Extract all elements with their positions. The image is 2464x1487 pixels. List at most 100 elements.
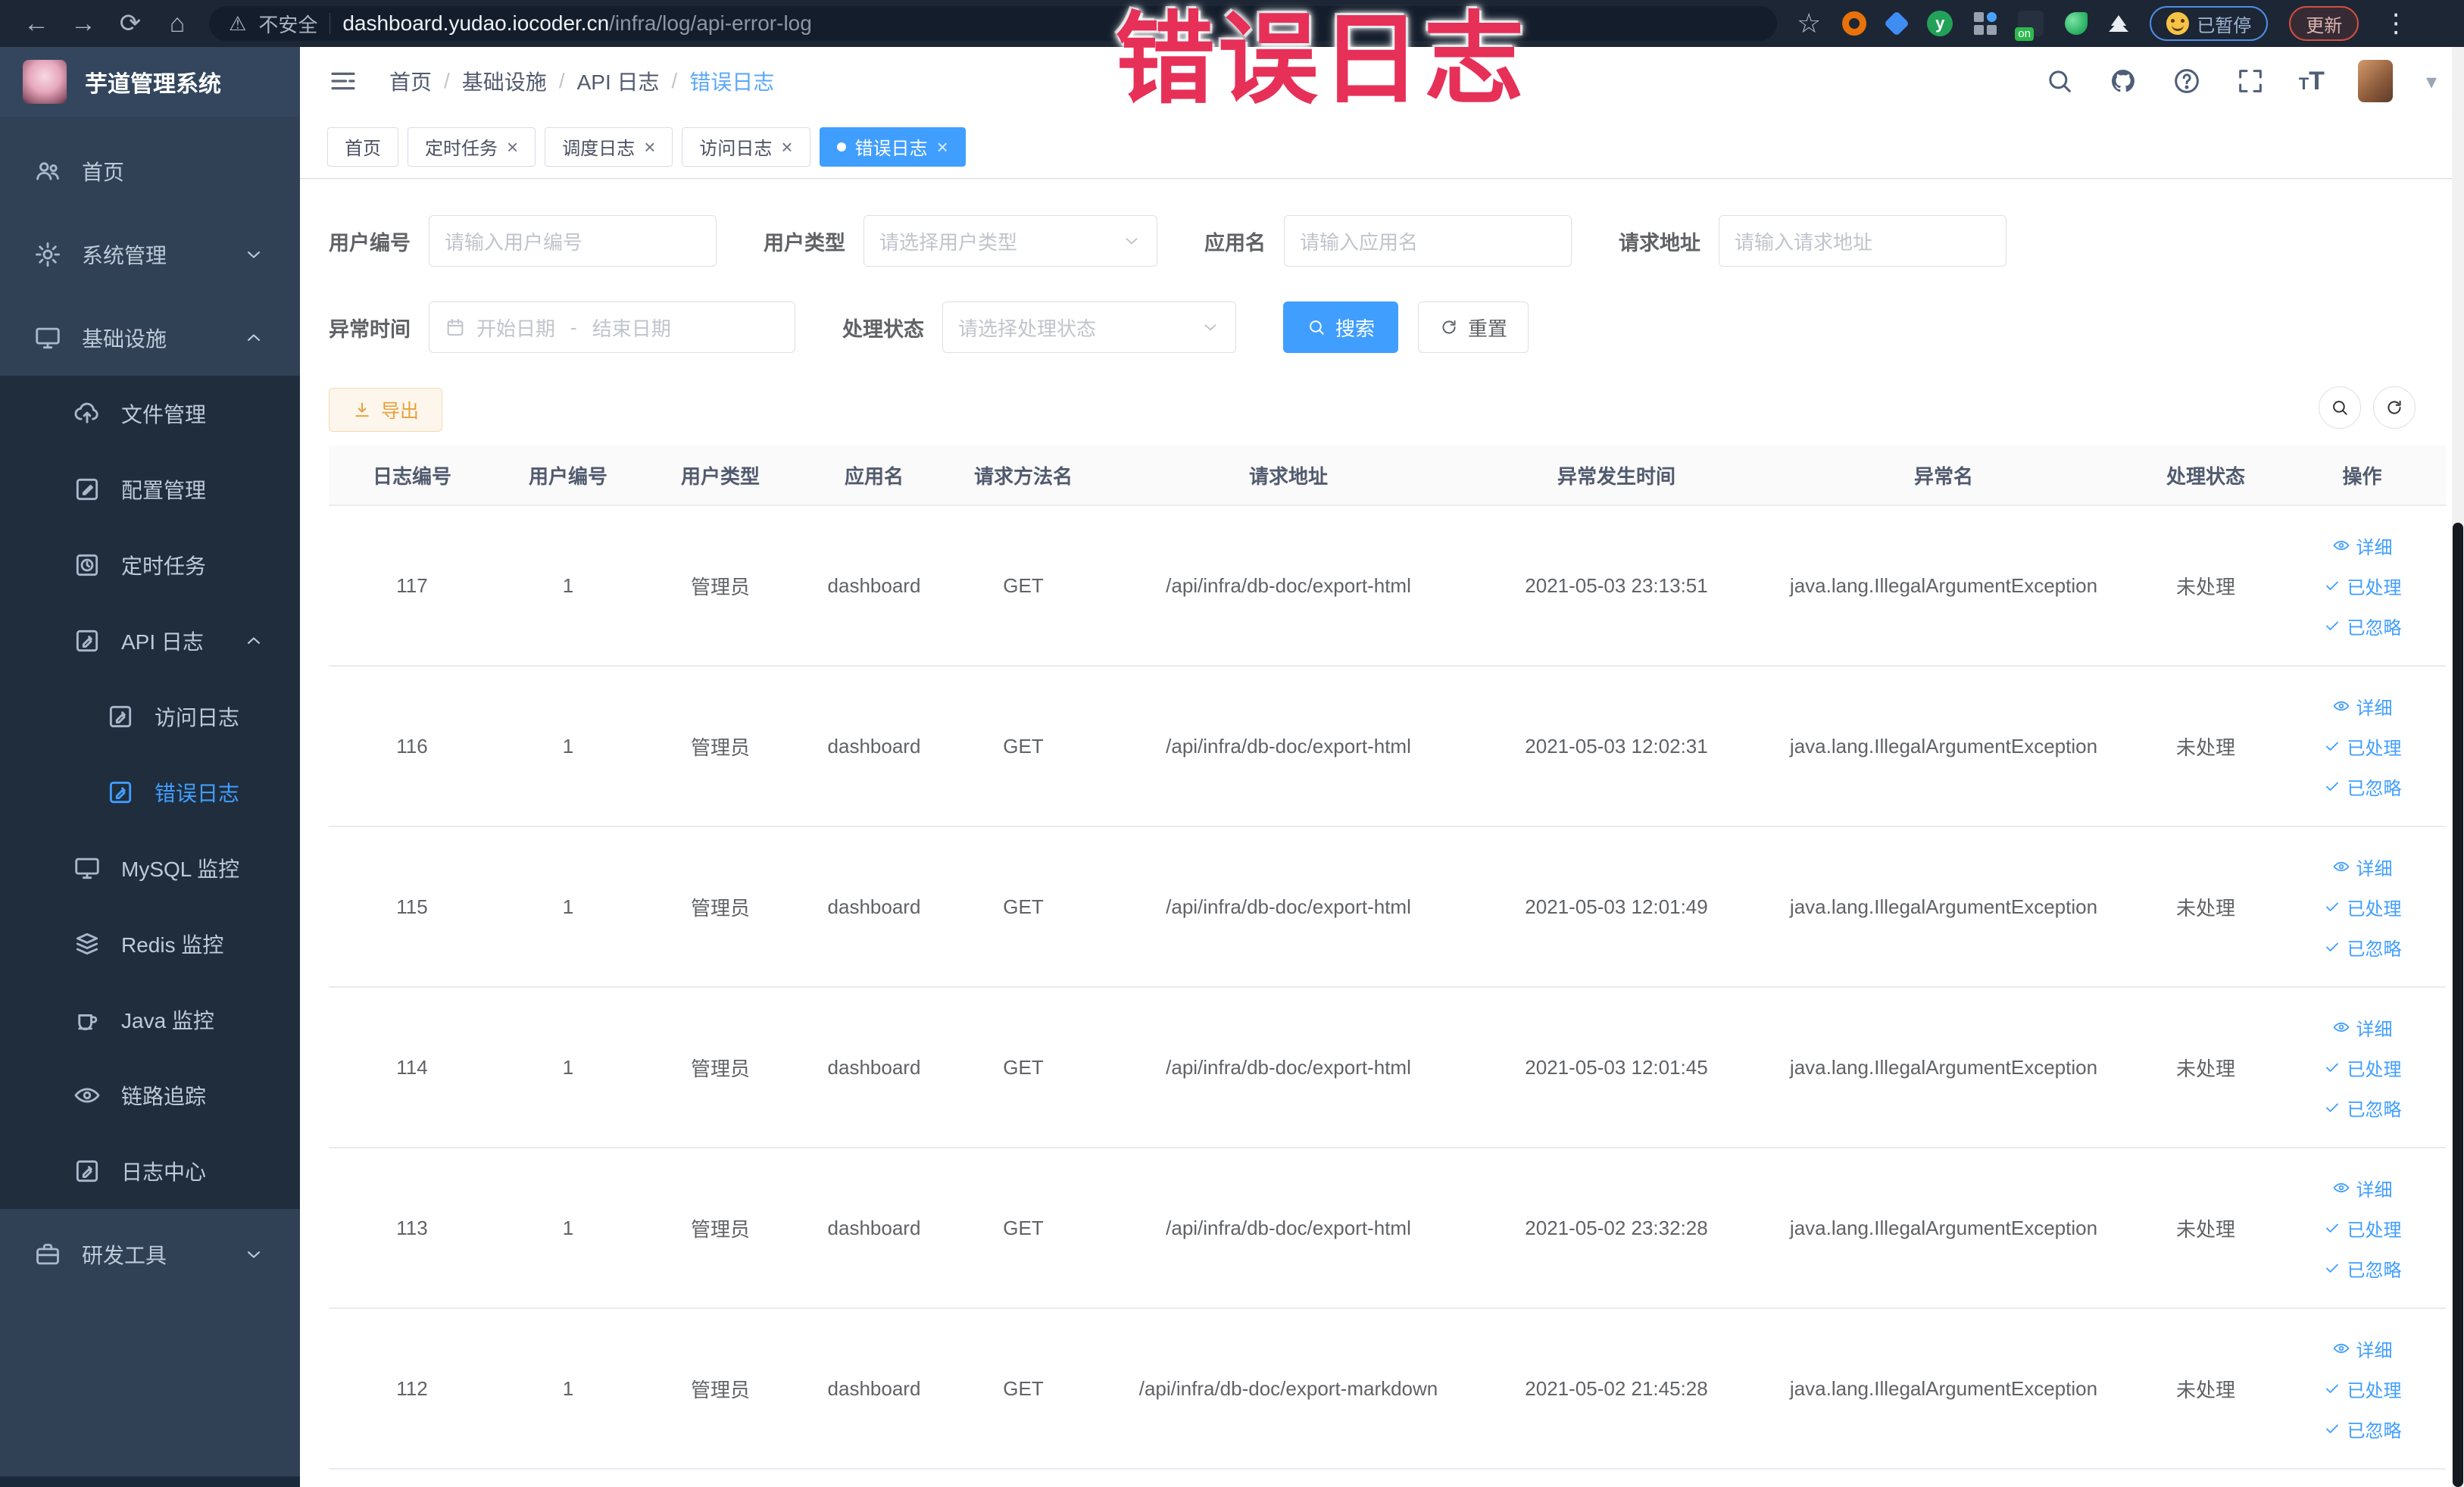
fullscreen-icon[interactable] (2235, 66, 2266, 96)
search-button[interactable]: 搜索 (1283, 301, 1398, 353)
sidebar-item[interactable]: MySQL 监控 (0, 830, 300, 906)
close-icon[interactable]: × (507, 137, 518, 157)
cell-user-type: 管理员 (690, 1217, 750, 1241)
detail-link[interactable]: 详细 (2332, 693, 2393, 720)
user-id-label: 用户编号 (329, 231, 411, 255)
url-path: /infra/log/api-error-log (609, 11, 812, 35)
scrollbar-thumb[interactable] (2453, 523, 2463, 1487)
mark-processed-link[interactable]: 已处理 (2323, 573, 2402, 599)
reset-button[interactable]: 重置 (1418, 301, 1529, 353)
browser-menu-icon[interactable]: ⋮ (2383, 8, 2409, 39)
tab[interactable]: 调度日志 × (545, 127, 673, 167)
app-logo[interactable]: 芋道管理系统 (0, 47, 300, 117)
mark-ignored-link[interactable]: 已忽略 (2323, 773, 2402, 800)
url-domain: dashboard.yudao.iocoder.cn (342, 11, 610, 35)
tool-icon (33, 1240, 62, 1269)
mark-ignored-link[interactable]: 已忽略 (2323, 934, 2402, 961)
extension-tree-icon[interactable] (2109, 15, 2129, 32)
browser-reload-button[interactable]: ⟳ (111, 8, 150, 39)
adblock-extension-icon[interactable]: on (2015, 11, 2044, 41)
extension-y-icon[interactable]: y (1927, 11, 1953, 36)
help-icon[interactable] (2172, 66, 2202, 96)
detail-link[interactable]: 详细 (2332, 854, 2393, 880)
detail-link[interactable]: 详细 (2332, 1014, 2393, 1041)
refresh-table-button[interactable] (2373, 386, 2416, 429)
address-bar[interactable]: ⚠ 不安全 dashboard.yudao.iocoder.cn/infra/l… (209, 6, 1777, 41)
extension-grid-icon[interactable] (1974, 12, 1997, 35)
hamburger-icon[interactable] (327, 65, 359, 97)
exception-time-range-picker[interactable]: 开始日期 - 结束日期 (429, 301, 795, 353)
tab[interactable]: 首页 (327, 127, 398, 167)
close-icon[interactable]: × (937, 137, 948, 157)
search-icon[interactable] (2044, 66, 2075, 96)
browser-home-button[interactable]: ⌂ (158, 9, 197, 39)
browser-forward-button[interactable]: → (64, 9, 103, 39)
bookmark-star-icon[interactable]: ☆ (1797, 8, 1821, 39)
request-url-input[interactable]: 请输入请求地址 (1719, 215, 2006, 267)
breadcrumb-item[interactable]: 首页 / (389, 66, 450, 96)
mark-processed-link[interactable]: 已处理 (2323, 1215, 2402, 1242)
sidebar-item[interactable]: 错误日志 (0, 754, 300, 830)
sidebar-item[interactable]: 系统管理 (0, 217, 300, 292)
app-name-input[interactable]: 请输入应用名 (1284, 215, 1572, 267)
cell-user-id: 1 (562, 734, 574, 758)
cell-request-url: /api/infra/db-doc/export-html (1166, 573, 1411, 597)
mark-ignored-link[interactable]: 已忽略 (2323, 613, 2402, 639)
close-icon[interactable]: × (644, 137, 655, 157)
mark-processed-link[interactable]: 已处理 (2323, 1376, 2402, 1402)
page-scrollbar[interactable] (2452, 47, 2464, 1487)
export-button[interactable]: 导出 (329, 388, 442, 432)
table-row: 115 1 管理员 dashboard GET /api/infra/db-do… (329, 827, 2446, 988)
user-type-select[interactable]: 请选择用户类型 (863, 215, 1157, 267)
tampermonkey-paused-button[interactable]: 已暂停 (2150, 6, 2269, 41)
user-avatar[interactable] (2357, 60, 2393, 102)
chevron-down-icon[interactable]: ▾ (2426, 69, 2437, 94)
mark-processed-link[interactable]: 已处理 (2323, 894, 2402, 920)
sidebar-item[interactable]: Redis 监控 (0, 906, 300, 982)
sidebar-item[interactable]: API 日志 (0, 603, 300, 679)
cell-log-id: 112 (396, 1376, 428, 1400)
process-status-select[interactable]: 请选择处理状态 (942, 301, 1236, 353)
breadcrumb-item[interactable]: 错误日志 (689, 66, 774, 96)
sidebar-item[interactable]: 文件管理 (0, 376, 300, 451)
mark-processed-link[interactable]: 已处理 (2323, 733, 2402, 760)
font-size-icon[interactable]: TT (2299, 67, 2325, 96)
sidebar-item[interactable]: 配置管理 (0, 451, 300, 527)
toggle-search-button[interactable] (2319, 386, 2361, 429)
mark-processed-link[interactable]: 已处理 (2323, 1054, 2402, 1081)
breadcrumb-item[interactable]: 基础设施 / (462, 66, 565, 96)
job-icon (73, 551, 101, 579)
github-icon[interactable] (2108, 66, 2138, 96)
breadcrumb-item[interactable]: API 日志 / (577, 66, 678, 96)
tab[interactable]: 访问日志 × (682, 127, 810, 167)
mark-ignored-link[interactable]: 已忽略 (2323, 1416, 2402, 1442)
sidebar-item[interactable]: Java 监控 (0, 982, 300, 1057)
mark-ignored-link[interactable]: 已忽略 (2323, 1255, 2402, 1282)
sidebar-item[interactable]: 研发工具 (0, 1217, 300, 1292)
cell-actions: 详细 已处理 已忽略 (2278, 988, 2446, 1147)
extension-leaf-icon[interactable] (2065, 12, 2088, 35)
browser-chrome: ← → ⟳ ⌂ ⚠ 不安全 dashboard.yudao.iocoder.cn… (0, 0, 2464, 47)
chevron-down-icon (1122, 231, 1141, 251)
tab[interactable]: 定时任务 × (408, 127, 536, 167)
sidebar-item[interactable]: 基础设施 (0, 300, 300, 376)
detail-link[interactable]: 详细 (2332, 1175, 2393, 1201)
extension-gem-icon[interactable] (1884, 11, 1910, 36)
mark-ignored-link[interactable]: 已忽略 (2323, 1095, 2402, 1121)
cell-log-id: 113 (396, 1216, 428, 1239)
cell-app-name: dashboard (827, 734, 921, 758)
user-id-input[interactable]: 请输入用户编号 (429, 215, 717, 267)
detail-link[interactable]: 详细 (2332, 533, 2393, 559)
sidebar-item[interactable]: 首页 (0, 133, 300, 209)
browser-back-button[interactable]: ← (17, 9, 56, 39)
cell-method: GET (1003, 895, 1044, 918)
extension-target-icon[interactable] (1842, 11, 1867, 36)
sidebar-item[interactable]: 日志中心 (0, 1133, 300, 1209)
sidebar-item[interactable]: 链路追踪 (0, 1057, 300, 1133)
tab[interactable]: 错误日志 × (819, 127, 966, 167)
browser-update-button[interactable]: 更新 (2289, 6, 2359, 41)
sidebar-item[interactable]: 访问日志 (0, 679, 300, 754)
detail-link[interactable]: 详细 (2332, 1335, 2393, 1362)
sidebar-item[interactable]: 定时任务 (0, 527, 300, 603)
close-icon[interactable]: × (781, 137, 792, 157)
